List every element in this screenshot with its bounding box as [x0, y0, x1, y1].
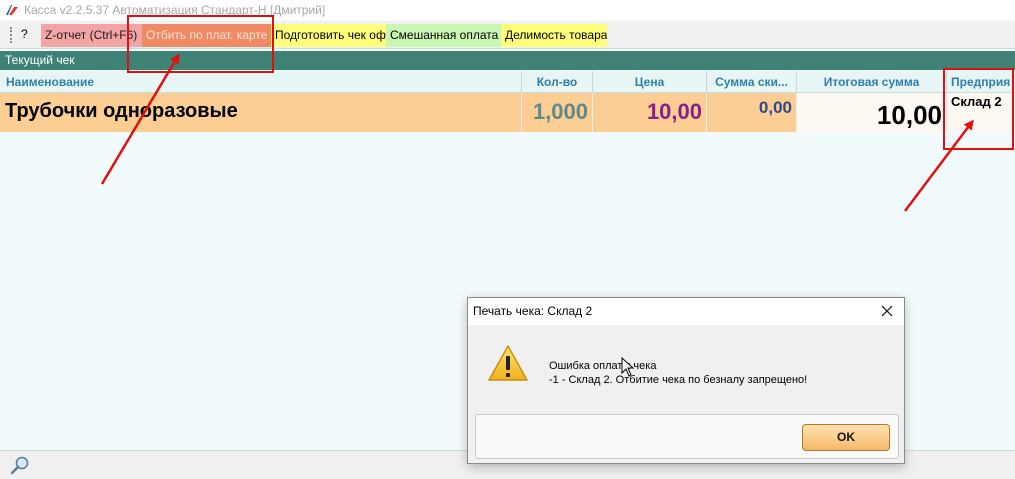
pay-by-card-button[interactable]: Отбить по плат. карте — [142, 24, 271, 47]
cell-enterprise[interactable]: Склад 2 — [947, 93, 1015, 132]
cell-name[interactable]: Трубочки одноразовые — [0, 93, 522, 132]
column-header-enterprise[interactable]: Предприя — [947, 71, 1015, 93]
column-header-qty[interactable]: Кол-во — [522, 71, 593, 93]
warning-icon — [488, 345, 528, 381]
receipt-grid-header: Наименование Кол-во Цена Сумма ски... Ит… — [0, 71, 1015, 93]
print-receipt-dialog: Печать чека: Склад 2 Ошибка оплаты чека … — [467, 297, 905, 464]
cell-total[interactable]: 10,00 — [797, 93, 947, 132]
close-icon[interactable] — [879, 303, 895, 319]
z-report-button[interactable]: Z-отчет (Ctrl+F6) — [41, 24, 142, 47]
dialog-titlebar[interactable]: Печать чека: Склад 2 — [468, 298, 904, 325]
annotation-arrow-right — [904, 119, 974, 212]
mouse-cursor-icon — [621, 357, 635, 377]
column-header-discount[interactable]: Сумма ски... — [707, 71, 797, 93]
dialog-message-line2: -1 - Склад 2. Отбитие чека по безналу за… — [549, 374, 808, 386]
search-icon[interactable] — [10, 455, 32, 475]
current-receipt-header: Текущий чек — [0, 51, 1015, 70]
item-divisibility-button[interactable]: Делимость товара — [501, 24, 607, 47]
column-header-name[interactable]: Наименование — [0, 71, 522, 93]
dialog-title: Печать чека: Склад 2 — [473, 304, 593, 318]
dialog-message-line1: Ошибка оплаты чека — [549, 360, 657, 372]
toolbar-help-button[interactable]: ? — [21, 27, 28, 41]
mixed-payment-button[interactable]: Смешанная оплата — [386, 24, 501, 47]
prepare-receipt-button[interactable]: Подготовить чек оф — [271, 24, 386, 47]
cell-discount[interactable]: 0,00 — [707, 93, 797, 132]
dialog-message: Ошибка оплаты чека -1 - Склад 2. Отбитие… — [549, 359, 807, 387]
window-titlebar: Касса v2.2.5.37 Автоматизация Стандарт-Н… — [0, 0, 1015, 20]
window-title: Касса v2.2.5.37 Автоматизация Стандарт-Н… — [24, 3, 326, 17]
column-header-total[interactable]: Итоговая сумма — [797, 71, 947, 93]
toolbar: ? Z-отчет (Ctrl+F6) Отбить по плат. карт… — [0, 21, 1015, 49]
table-row[interactable]: Трубочки одноразовые 1,000 10,00 0,00 10… — [0, 93, 1015, 132]
cell-qty[interactable]: 1,000 — [522, 93, 593, 132]
ok-button[interactable]: OK — [802, 424, 890, 451]
column-header-price[interactable]: Цена — [593, 71, 707, 93]
cell-price[interactable]: 10,00 — [593, 93, 707, 132]
app-logo-icon — [6, 5, 18, 15]
toolbar-grip-handle[interactable] — [10, 27, 13, 43]
